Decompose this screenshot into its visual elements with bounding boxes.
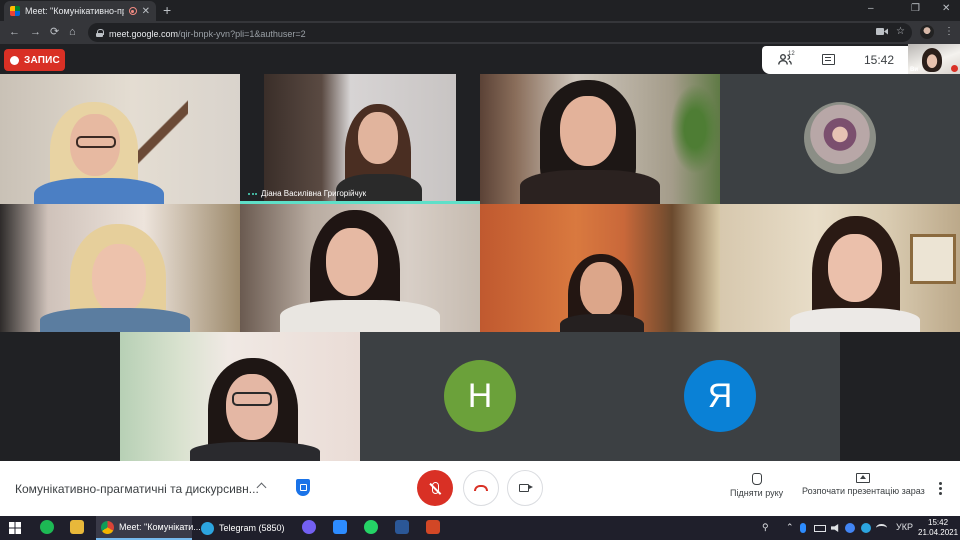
speaker-name: Діана Василівна Григорійчук [261,189,367,198]
windows-start-icon[interactable] [9,522,21,534]
url-path: /qir-bnpk-yvn?pli=1&authuser=2 [178,28,306,39]
wifi-icon[interactable] [876,524,887,532]
video-camera-icon [518,484,533,492]
meet-bottom-bar: Комунікативно-прагматичні та дискурсивн.… [0,461,960,516]
speaking-indicator-icon [248,192,257,195]
taskbar-telegram[interactable]: Telegram (5850) [196,516,290,540]
chrome-tray-icon[interactable] [845,523,855,533]
mic-off-icon [431,482,439,494]
meeting-title[interactable]: Комунікативно-прагматичні та дискурсивн.… [15,482,259,496]
maximize-button[interactable]: ❐ [911,3,920,14]
reload-button[interactable]: ⟳ [50,25,59,39]
record-dot-icon [10,55,19,65]
camera-toggle-button[interactable] [507,470,543,506]
url-host: meet.google.com [109,28,179,39]
participant-tile-9[interactable] [120,332,360,461]
bookmark-star-icon[interactable]: ☆ [896,26,905,38]
chrome-icon [101,520,114,534]
browser-toolbar: ← → ⟳ ⌂ meet.google.com/qir-bnpk-yvn?pli… [0,21,960,44]
participant-tile-4[interactable] [720,74,960,204]
self-view-tile[interactable]: Ви [908,44,960,74]
self-view-video [922,48,942,72]
minimize-button[interactable]: – [868,3,874,14]
avatar-ya: Я [684,360,756,432]
hang-up-icon [474,485,488,491]
participant-tile-1[interactable] [0,74,240,204]
avatar-n: Н [444,360,516,432]
participant-photo-avatar [804,102,876,174]
close-window-button[interactable]: ✕ [942,3,950,14]
taskbar-date: 21.04.2021 [918,528,959,537]
bluetooth-icon[interactable] [800,523,806,533]
windows-taskbar: Meet: "Комунікати... Telegram (5850) ⚲ ⌃… [0,516,960,540]
hand-icon [751,473,762,485]
meeting-clock: 15:42 [864,53,895,67]
back-button[interactable]: ← [9,25,20,39]
participant-tile-5[interactable] [0,204,240,332]
volume-icon[interactable] [831,524,839,532]
browser-tabbar: Meet: "Комунікативно-праг... ✕ + – ❐ ✕ [0,0,960,21]
present-now-button[interactable]: Розпочати презентацію зараз [802,473,925,496]
taskbar-chrome-label: Meet: "Комунікати... [119,522,201,532]
leave-call-button[interactable] [463,470,499,506]
recording-indicator-icon [128,7,137,15]
participant-tile-7[interactable] [480,204,720,332]
browser-tab-meet[interactable]: Meet: "Комунікативно-праг... ✕ [4,1,156,21]
show-hidden-icons-icon[interactable]: ⌃ [786,522,794,533]
spotify-icon[interactable] [40,520,54,534]
tile-name-speaker: Діана Василівна Григорійчук [248,189,366,198]
participant-count: 12 [788,51,795,57]
self-muted-icon [951,65,958,72]
taskbar-clock[interactable]: 15:42 21.04.2021 [918,518,958,538]
participant-tile-8[interactable] [720,204,960,332]
zoom-icon[interactable] [333,520,347,534]
more-options-icon[interactable] [939,482,942,495]
address-bar[interactable]: meet.google.com/qir-bnpk-yvn?pli=1&authu… [88,23,912,42]
word-icon[interactable] [395,520,409,534]
lock-icon [96,28,104,37]
participant-tile-speaker[interactable]: Діана Василівна Григорійчук [240,74,480,204]
present-screen-icon [856,473,871,483]
browser-menu-icon[interactable]: ⋮ [944,26,954,38]
viber-icon[interactable] [302,520,316,534]
telegram-tray-icon[interactable] [861,523,871,533]
tab-close-icon[interactable]: ✕ [142,6,150,17]
meet-favicon-icon [10,6,20,16]
taskbar-chrome-meet[interactable]: Meet: "Комунікати... [96,516,201,540]
app-icon[interactable] [426,520,440,534]
raise-hand-button[interactable]: Підняти руку [730,473,783,498]
microphone-toggle-button[interactable] [417,470,453,506]
language-indicator[interactable]: УКР [896,522,913,532]
profile-avatar[interactable] [920,25,934,39]
whatsapp-icon[interactable] [364,520,378,534]
participant-tile-n[interactable]: Н [360,332,600,461]
self-view-label: Ви [910,67,919,73]
raise-hand-label: Підняти руку [730,488,784,498]
tab-title: Meet: "Комунікативно-праг... [25,6,124,16]
battery-icon[interactable] [814,525,826,532]
person-tray-icon[interactable]: ⚲ [762,522,769,533]
participant-tile-ya[interactable]: Я [600,332,840,461]
present-now-label: Розпочати презентацію зараз [802,486,925,496]
file-explorer-icon[interactable] [70,520,84,534]
taskbar-time: 15:42 [928,518,949,527]
taskbar-telegram-label: Telegram (5850) [219,523,285,533]
recording-label: ЗАПИС [24,54,60,66]
home-button[interactable]: ⌂ [69,25,76,39]
meet-info-panel: 12 15:42 [762,46,908,74]
host-controls-shield-icon[interactable] [296,479,310,496]
new-tab-button[interactable]: + [163,3,171,17]
recording-button[interactable]: ЗАПИС [4,49,65,71]
camera-icon[interactable] [876,27,888,36]
participant-tile-6[interactable] [240,204,480,332]
participant-tile-3[interactable] [480,74,720,204]
telegram-icon [201,521,214,535]
chat-icon[interactable] [822,54,835,65]
forward-button[interactable]: → [30,25,41,39]
